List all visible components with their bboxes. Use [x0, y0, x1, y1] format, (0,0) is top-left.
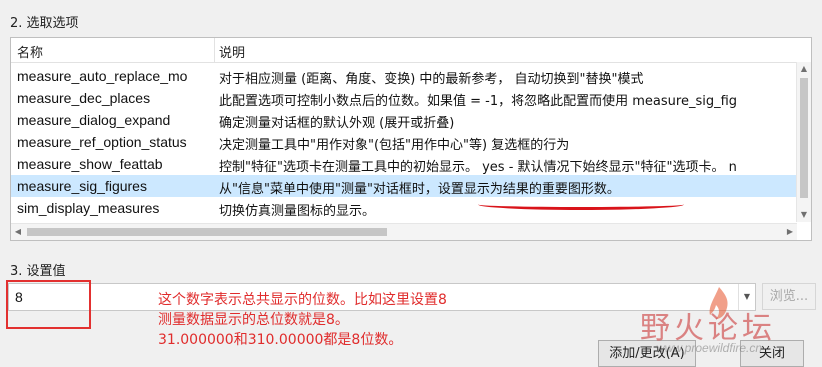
option-name: measure_auto_replace_mo: [17, 68, 188, 84]
list-row-measure-dialog-expand[interactable]: measure_dialog_expand 确定测量对话框的默认外观 (展开或折…: [11, 109, 797, 131]
option-description: 确定测量对话框的默认外观 (展开或折叠): [219, 116, 455, 131]
vertical-scroll-thumb[interactable]: [800, 78, 808, 198]
browse-button[interactable]: 浏览...: [762, 283, 816, 310]
option-name: measure_sig_figures: [17, 178, 147, 194]
annotation-line-3: 31.000000和310.00000都是8位数。: [158, 332, 403, 348]
scroll-left-icon[interactable]: ◀: [11, 224, 25, 240]
list-header: 名称 说明: [11, 38, 811, 63]
option-name: measure_dialog_expand: [17, 112, 171, 128]
option-description: 对于相应测量 (距离、角度、变换) 中的最新参考， 自动切换到"替换"模式: [219, 72, 644, 87]
column-header-description[interactable]: 说明: [219, 42, 245, 61]
annotation-note: 这个数字表示总共显示的位数。比如这里设置8 测量数据显示的总位数就是8。 31.…: [158, 290, 558, 350]
option-description: 此配置选项可控制小数点后的位数。如果值 = -1，将忽略此配置而使用 measu…: [219, 94, 738, 109]
vertical-scrollbar[interactable]: ▲ ▼: [796, 62, 811, 222]
column-divider[interactable]: [214, 38, 215, 62]
close-button[interactable]: 关闭: [740, 340, 804, 367]
list-row-measure-sig-figures-selected[interactable]: measure_sig_figures 从"信息"菜单中使用"测量"对话框时，设…: [11, 175, 797, 197]
annotation-line-1: 这个数字表示总共显示的位数。比如这里设置8: [158, 292, 447, 308]
scroll-down-icon[interactable]: ▼: [797, 208, 811, 222]
scroll-up-icon[interactable]: ▲: [797, 62, 811, 76]
option-name: measure_dec_places: [17, 90, 151, 106]
horizontal-scrollbar[interactable]: ◀ ▶: [11, 223, 797, 240]
options-list[interactable]: 名称 说明 measure_auto_replace_mo 对于相应测量 (距离…: [10, 37, 812, 241]
chevron-down-icon[interactable]: ▼: [738, 284, 755, 310]
list-row-measure-show-feattab[interactable]: measure_show_feattab 控制"特征"选项卡在测量工具中的初始显…: [11, 153, 797, 175]
option-description: 决定测量工具中"用作对象"(包括"用作中心"等) 复选框的行为: [219, 138, 570, 153]
annotation-line-2: 测量数据显示的总位数就是8。: [158, 312, 349, 328]
option-description: 控制"特征"选项卡在测量工具中的初始显示。 yes - 默认情况下始终显示"特征…: [219, 160, 737, 175]
list-row-measure-dec-places[interactable]: measure_dec_places 此配置选项可控制小数点后的位数。如果值 =…: [11, 87, 797, 109]
list-row-measure-ref-option-status[interactable]: measure_ref_option_status 决定测量工具中"用作对象"(…: [11, 131, 797, 153]
set-value-title: 3. 设置值: [10, 264, 66, 279]
add-change-button[interactable]: 添加/更改(A): [598, 340, 696, 367]
list-row-measure-auto-replace-mode[interactable]: measure_auto_replace_mo 对于相应测量 (距离、角度、变换…: [11, 65, 797, 87]
red-underline-annotation: [478, 199, 684, 210]
scroll-right-icon[interactable]: ▶: [783, 224, 797, 240]
column-header-name[interactable]: 名称: [17, 42, 43, 61]
option-name: sim_display_measures: [17, 200, 160, 216]
option-name: measure_ref_option_status: [17, 134, 187, 150]
horizontal-scroll-thumb[interactable]: [27, 228, 387, 236]
red-highlight-box: [6, 280, 91, 329]
select-option-title: 2. 选取选项: [10, 16, 79, 31]
option-name: measure_show_feattab: [17, 156, 163, 172]
option-description: 从"信息"菜单中使用"测量"对话框时，设置显示为结果的重要图形数。: [219, 182, 620, 197]
